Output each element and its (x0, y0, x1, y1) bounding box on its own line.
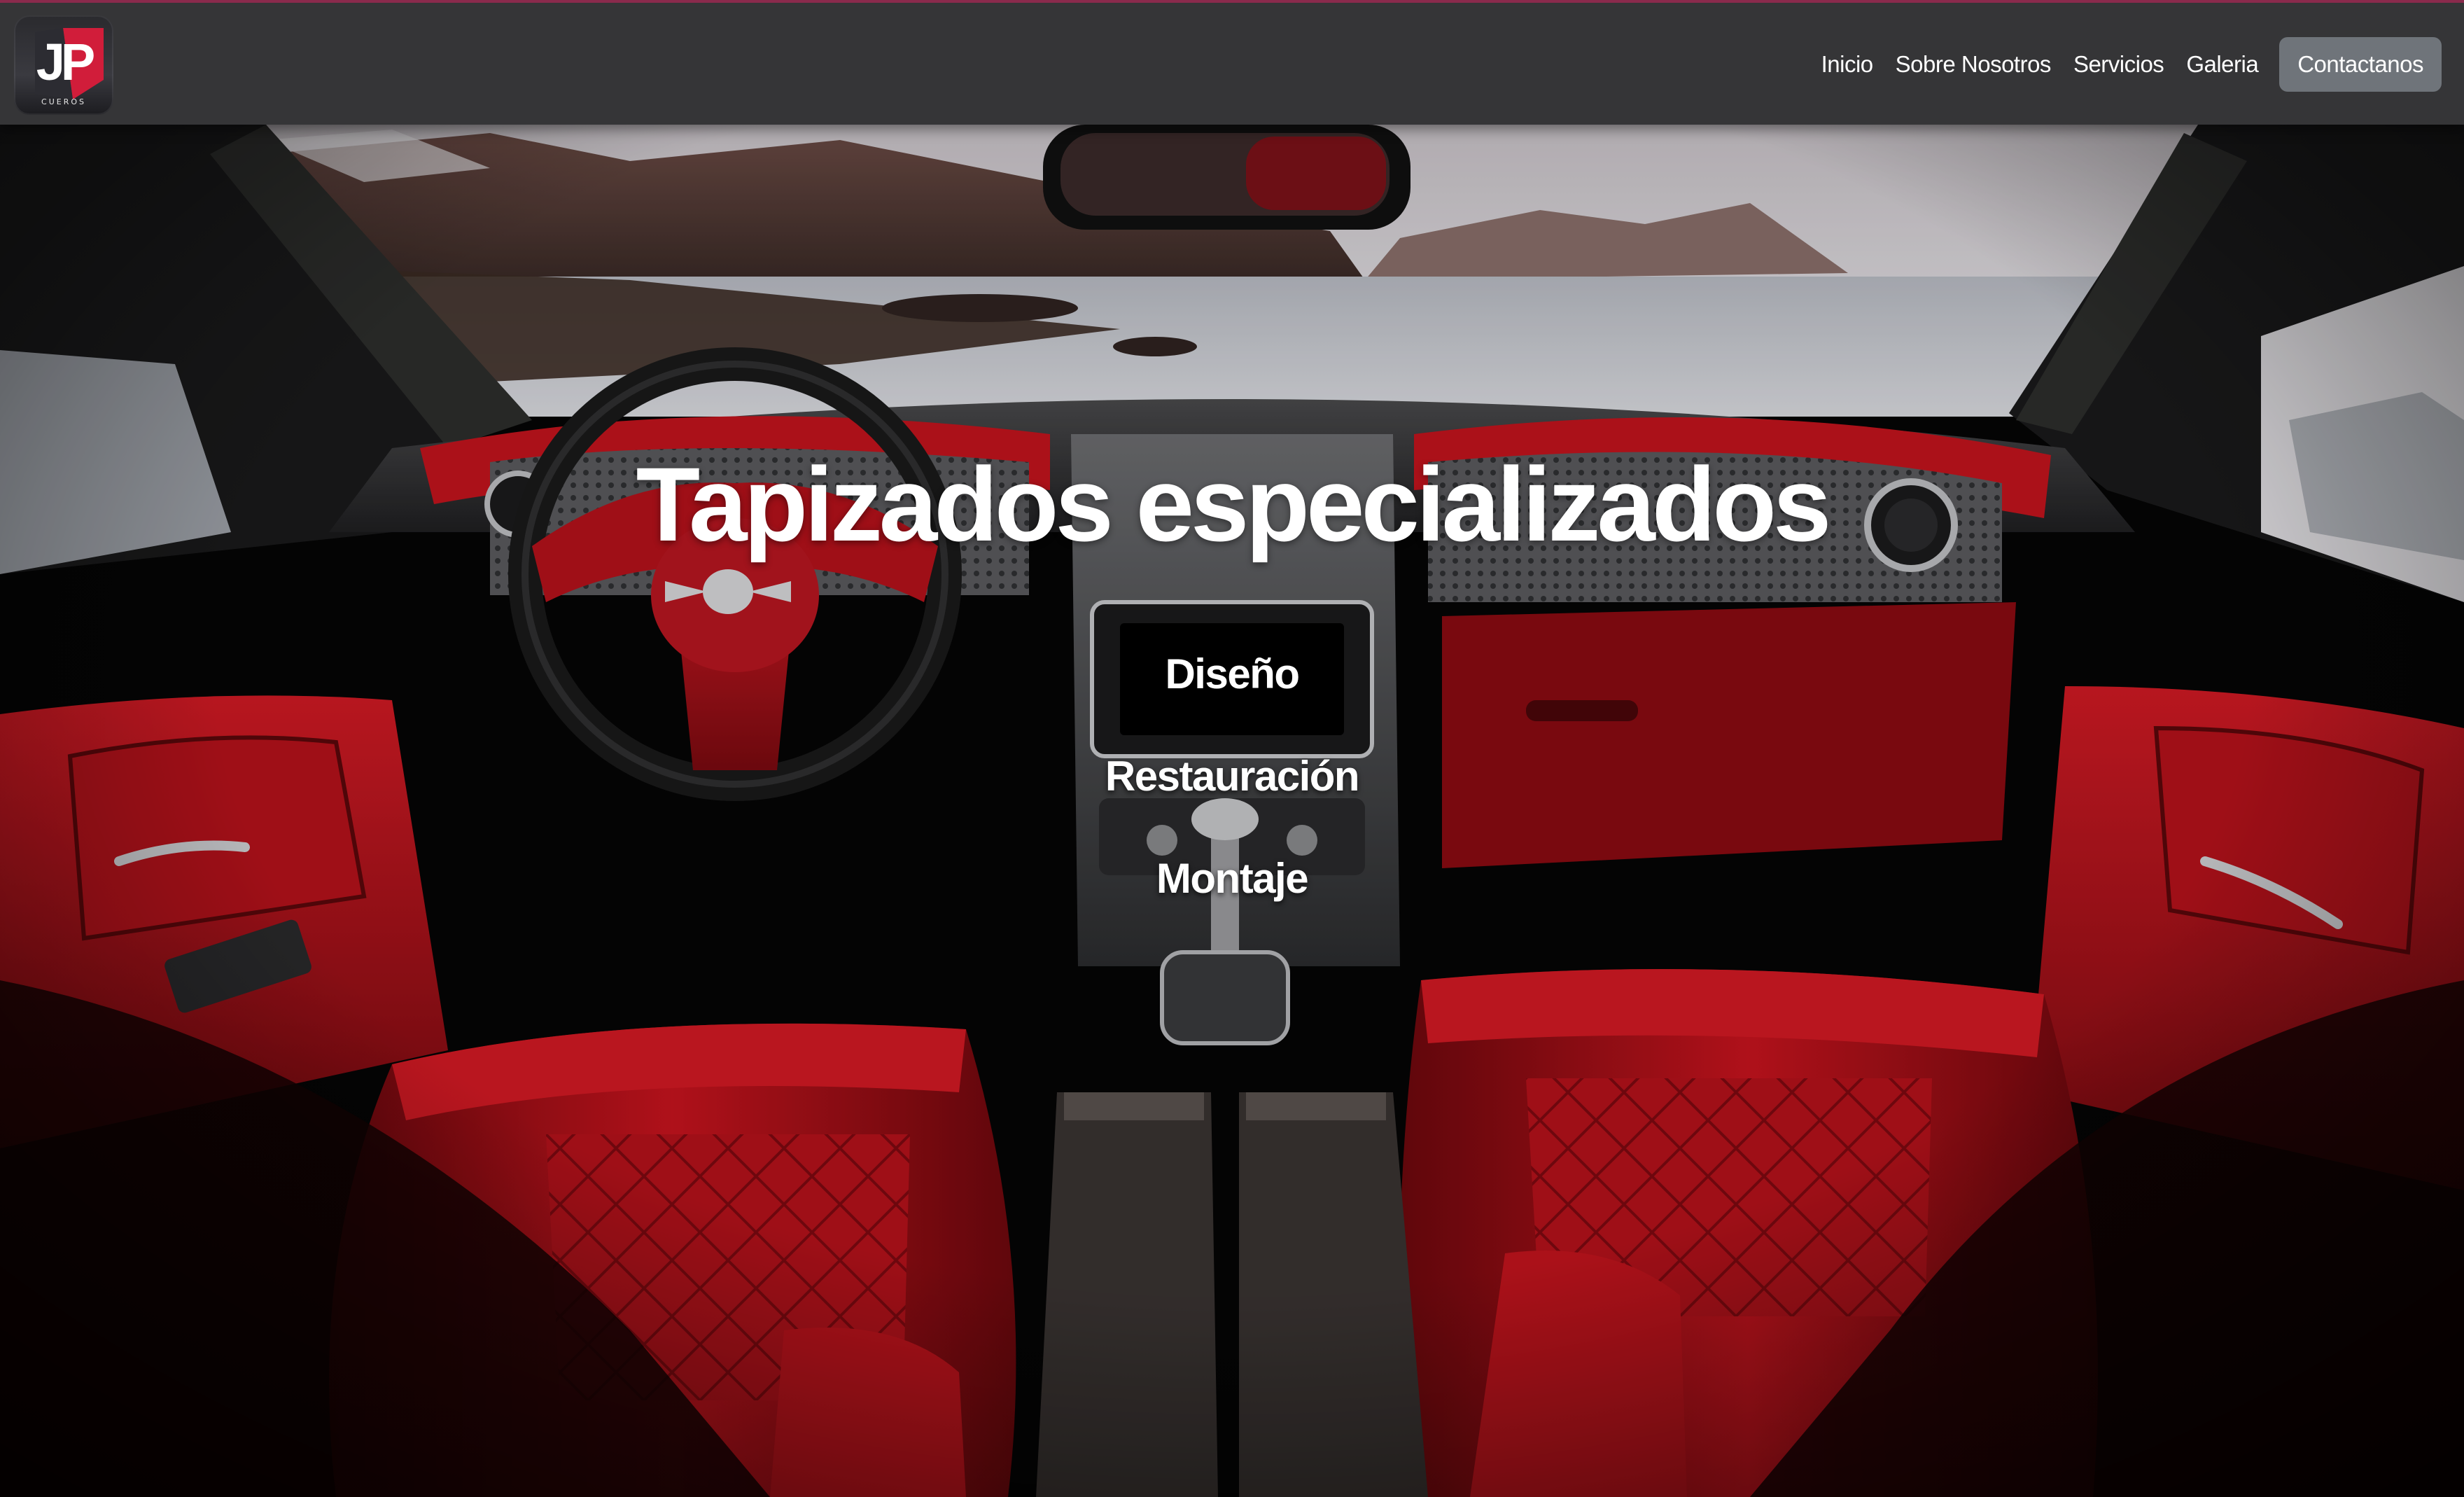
brand-logo[interactable]: JP CUEROS (14, 15, 113, 115)
nav-sobre-nosotros[interactable]: Sobre Nosotros (1884, 36, 2062, 92)
logo-subtext: CUEROS (41, 97, 86, 106)
hero-title: Tapizados especializados (636, 445, 1832, 563)
nav-inicio[interactable]: Inicio (1810, 36, 1884, 92)
hero-service-list: Diseño Restauración Montaje (0, 623, 2464, 930)
nav-servicios[interactable]: Servicios (2062, 36, 2175, 92)
hero-item-diseno: Diseño (1165, 650, 1300, 697)
hero-item-restauracion: Restauración (1105, 753, 1360, 800)
nav-contactanos-button[interactable]: Contactanos (2279, 37, 2442, 92)
logo-letters: JP (36, 33, 94, 91)
navbar: JP CUEROS Inicio Sobre Nosotros Servicio… (0, 0, 2464, 125)
page: JP CUEROS Inicio Sobre Nosotros Servicio… (0, 0, 2464, 1497)
nav-galeria[interactable]: Galeria (2175, 36, 2269, 92)
main-nav: Inicio Sobre Nosotros Servicios Galeria … (1810, 36, 2442, 92)
hero-item-montaje: Montaje (1156, 855, 1309, 902)
